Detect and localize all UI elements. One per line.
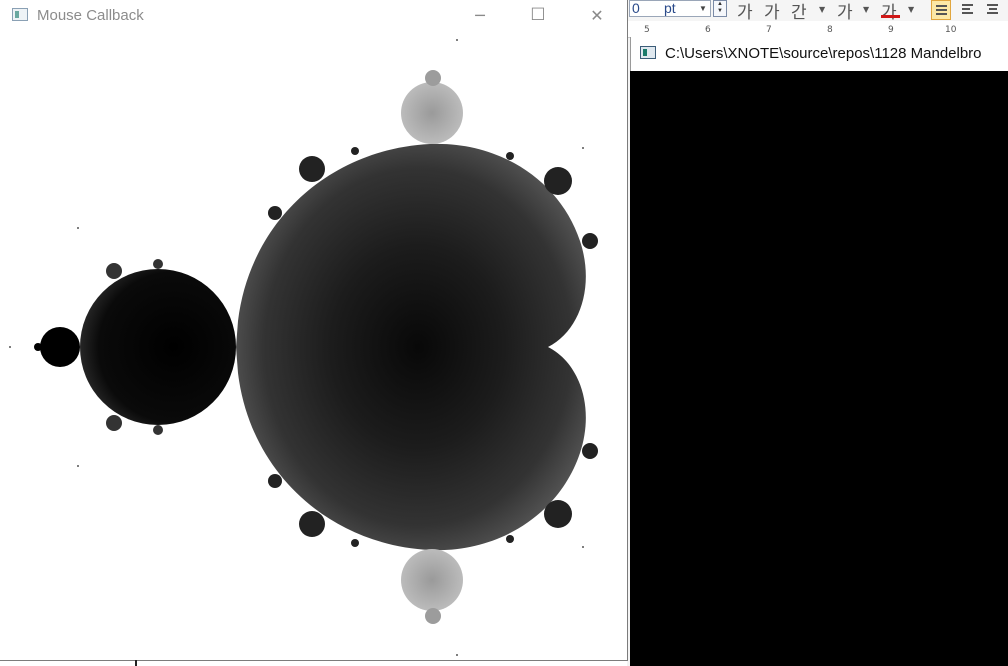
- console-titlebar[interactable]: C:\Users\XNOTE\source\repos\1128 Mandelb…: [630, 37, 1008, 71]
- console-output-area[interactable]: [630, 71, 1008, 666]
- top-gray-mini-bulb: [425, 70, 441, 86]
- ruler-number: 10: [945, 25, 957, 35]
- desktop-strip: [0, 661, 627, 666]
- main-cardioid: [236, 143, 586, 551]
- align-left-icon[interactable]: [958, 0, 978, 20]
- ruler[interactable]: 5 6 7 8 9 10: [627, 21, 1008, 38]
- bottom-gray-mini-bulb: [425, 608, 441, 624]
- window-title: Mouse Callback: [37, 7, 144, 24]
- period-two-bulb: [80, 269, 236, 425]
- formatting-toolbar: 0 pt ▼ ▲ ▼ 가 가 간 ▼ 가 ▼ 가 ▼: [627, 0, 1008, 23]
- bold-button[interactable]: 가: [737, 0, 753, 23]
- italic-button[interactable]: 가: [764, 0, 780, 23]
- maximize-button[interactable]: ☐: [509, 0, 567, 31]
- console-app-icon: [640, 46, 656, 59]
- window-app-icon: [12, 8, 28, 21]
- ruler-number: 8: [827, 25, 833, 35]
- mandelbrot-image[interactable]: [0, 31, 627, 660]
- align-justify-icon[interactable]: [931, 0, 951, 20]
- font-size-input[interactable]: 0 pt ▼: [629, 0, 711, 17]
- chevron-down-icon[interactable]: ▼: [696, 1, 710, 16]
- top-gray-bulb: [401, 82, 463, 144]
- align-center-icon[interactable]: [983, 0, 1003, 20]
- left-tiny-bulb: [34, 343, 42, 351]
- window-edge: [135, 660, 137, 666]
- font-size-unit: pt: [664, 0, 676, 16]
- mouse-callback-window[interactable]: Mouse Callback ─ ☐ ✕: [0, 0, 628, 661]
- underline-button[interactable]: 간: [791, 0, 807, 23]
- console-window-title: C:\Users\XNOTE\source\repos\1128 Mandelb…: [665, 45, 982, 62]
- bottom-gray-bulb: [401, 549, 463, 611]
- console-window[interactable]: C:\Users\XNOTE\source\repos\1128 Mandelb…: [630, 37, 1008, 666]
- font-size-value: 0: [632, 0, 640, 16]
- minimize-button[interactable]: ─: [451, 0, 509, 31]
- font-color-swatch: [881, 15, 900, 18]
- font-size-spinner[interactable]: ▲ ▼: [713, 0, 727, 17]
- font-color-button[interactable]: 가: [881, 0, 897, 23]
- ruler-number: 7: [766, 25, 772, 35]
- ruler-number: 6: [705, 25, 711, 35]
- strikethrough-button[interactable]: 가: [837, 0, 853, 23]
- ruler-number: 5: [644, 25, 650, 35]
- left-small-bulb: [40, 327, 80, 367]
- window-titlebar[interactable]: Mouse Callback ─ ☐ ✕: [0, 0, 627, 31]
- ruler-number: 9: [888, 25, 894, 35]
- close-button[interactable]: ✕: [568, 0, 626, 31]
